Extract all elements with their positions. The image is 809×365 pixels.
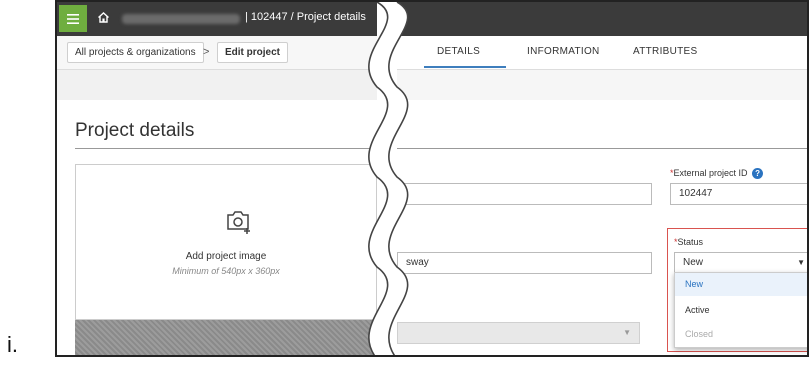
hamburger-icon bbox=[67, 13, 79, 24]
project-name-field[interactable] bbox=[397, 183, 652, 205]
blurred-organization-name bbox=[122, 14, 240, 24]
status-option-active[interactable]: Active bbox=[675, 299, 807, 322]
toolbar-strip-right bbox=[397, 70, 807, 100]
status-label: *Status bbox=[674, 237, 704, 247]
external-id-label: *External project ID ? bbox=[670, 168, 764, 180]
external-id-field[interactable]: 102447 bbox=[670, 183, 807, 205]
page-title: Project details bbox=[75, 120, 195, 141]
field-gap bbox=[640, 322, 670, 344]
add-image-label: Add project image bbox=[185, 251, 267, 262]
help-icon[interactable]: ? bbox=[752, 168, 764, 180]
image-placeholder-bar bbox=[75, 320, 377, 355]
add-image-card[interactable]: Add project image Minimum of 540px x 360… bbox=[75, 164, 377, 320]
add-image-hint: Minimum of 540px x 360px bbox=[172, 266, 280, 276]
menu-button[interactable] bbox=[59, 5, 87, 32]
toolbar-strip bbox=[57, 70, 377, 100]
page-tear-divider bbox=[368, 2, 409, 355]
status-option-closed[interactable]: Closed bbox=[675, 323, 807, 346]
active-tab-indicator bbox=[424, 66, 506, 68]
tab-bar: DETAILS INFORMATION ATTRIBUTES bbox=[397, 36, 807, 70]
tab-details[interactable]: DETAILS bbox=[437, 46, 480, 57]
caret-down-icon: ▼ bbox=[797, 258, 805, 267]
title-divider-right bbox=[397, 148, 807, 149]
top-bar-right bbox=[397, 2, 807, 36]
tab-information[interactable]: INFORMATION bbox=[527, 46, 600, 57]
project-location-field[interactable]: sway bbox=[397, 252, 652, 274]
disabled-select: ▼ bbox=[397, 322, 640, 344]
list-marker: i. bbox=[7, 332, 18, 357]
status-option-new[interactable]: New bbox=[675, 273, 807, 296]
breadcrumb: All projects & organizations > Edit proj… bbox=[57, 36, 377, 70]
top-bar: | 102447 / Project details bbox=[57, 2, 377, 36]
edit-project-link[interactable]: Edit project bbox=[217, 42, 289, 63]
add-camera-icon bbox=[227, 211, 250, 234]
all-projects-link[interactable]: All projects & organizations bbox=[67, 42, 204, 63]
screenshot-frame: | 102447 / Project details All projects … bbox=[55, 0, 809, 357]
status-dropdown: New Active Closed bbox=[674, 272, 807, 348]
status-select[interactable]: New ▼ bbox=[674, 252, 807, 274]
title-divider bbox=[75, 148, 377, 149]
caret-down-icon: ▼ bbox=[623, 328, 631, 337]
tab-attributes[interactable]: ATTRIBUTES bbox=[633, 46, 697, 57]
breadcrumb-separator: > bbox=[203, 46, 210, 58]
home-icon[interactable] bbox=[97, 11, 110, 24]
